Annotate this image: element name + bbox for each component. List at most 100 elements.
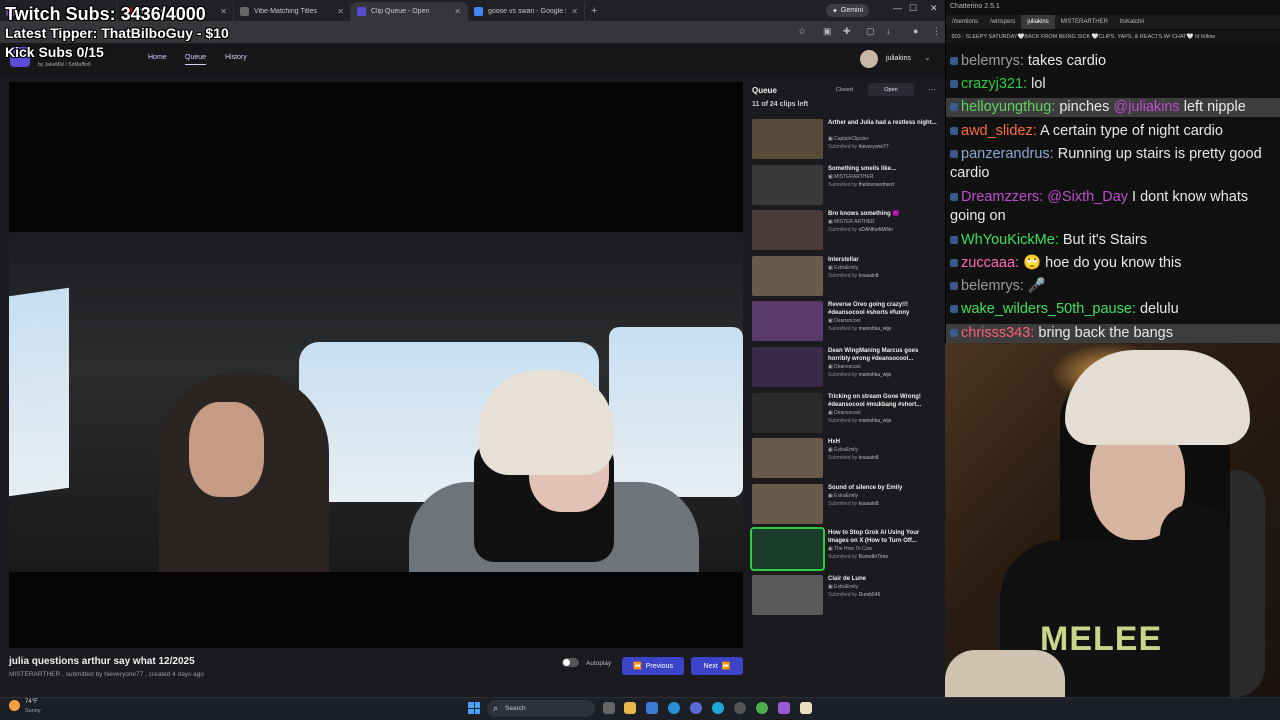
- twitch-icon[interactable]: [778, 702, 790, 714]
- tab-close-icon[interactable]: ✕: [220, 7, 227, 16]
- download-icon[interactable]: ↓: [886, 26, 891, 36]
- chatterino-icon[interactable]: [800, 702, 812, 714]
- username[interactable]: juliakins: [886, 55, 911, 62]
- clip-thumbnail: [752, 255, 823, 296]
- clip-meta: MISTERARTHER , submitted by hieveryone77…: [9, 671, 204, 678]
- more-icon[interactable]: ⋯: [928, 85, 936, 94]
- extension-icon[interactable]: ▣: [823, 26, 832, 37]
- chat-username[interactable]: crazyj321:: [961, 76, 1027, 92]
- chat-text: takes cardio: [1027, 53, 1107, 69]
- passenger-hat: [479, 370, 614, 475]
- chat-mention[interactable]: @Sixth_Day: [1047, 189, 1128, 205]
- avatar[interactable]: [860, 50, 878, 68]
- chat-badge-icon: [950, 259, 958, 268]
- next-button[interactable]: Next ⏩: [691, 657, 743, 675]
- channel-name: ExtraEmily: [834, 492, 859, 499]
- queue-item[interactable]: Dean WingManing Marcus goes horribly wro…: [752, 347, 937, 389]
- browser-tab[interactable]: Clip Queue - Open ✕: [351, 2, 468, 21]
- maximize-icon[interactable]: ☐: [909, 3, 917, 14]
- previous-button[interactable]: ⏪ Previous: [622, 657, 684, 675]
- chat-tab[interactable]: /whispers: [984, 15, 1021, 29]
- tab-close-icon[interactable]: ✕: [571, 7, 578, 16]
- nav-queue[interactable]: Queue: [185, 54, 207, 65]
- chat-tab[interactable]: juliakins: [1021, 15, 1055, 29]
- star-icon[interactable]: ☆: [798, 26, 806, 37]
- tab-close-icon[interactable]: ✕: [337, 7, 344, 16]
- chat-username[interactable]: belemrys:: [961, 278, 1024, 294]
- new-tab-button[interactable]: +: [591, 5, 597, 17]
- chrome-icon[interactable]: [756, 702, 768, 714]
- queue-item[interactable]: Sound of silence by Emily ▣ ExtraEmily S…: [752, 483, 937, 526]
- chat-username[interactable]: panzerandrus:: [961, 146, 1054, 162]
- queue-item[interactable]: Tricking on stream Gone Wrong! #deansoco…: [752, 392, 937, 435]
- clip-thumbnail: [752, 210, 823, 251]
- gemini-label: Gemini: [840, 7, 864, 14]
- edge-icon[interactable]: [712, 702, 724, 714]
- queue-item[interactable]: Reverse Oreo going crazy!!! #deansocool …: [752, 301, 937, 343]
- chat-mention[interactable]: @juliakins: [1113, 99, 1179, 115]
- autoplay-toggle[interactable]: [562, 658, 579, 667]
- chat-username[interactable]: belemrys:: [961, 53, 1024, 69]
- minimize-icon[interactable]: —: [893, 3, 902, 13]
- chat-username[interactable]: WhYouKickMe:: [961, 232, 1059, 248]
- profile-icon[interactable]: ●: [913, 26, 918, 36]
- submitted-by-label: Submitted by: [828, 417, 858, 424]
- menu-icon[interactable]: ⋮: [932, 26, 941, 37]
- chat-username[interactable]: zuccaaa:: [961, 255, 1019, 271]
- queue-item[interactable]: Interstellar ▣ ExtraEmily Submitted by k…: [752, 255, 937, 298]
- close-icon[interactable]: ✕: [930, 3, 938, 14]
- queue-open-tab[interactable]: Open: [868, 83, 914, 96]
- queue-item[interactable]: Arther and Julia had a restless night...…: [752, 119, 937, 161]
- file-explorer-icon[interactable]: [624, 702, 636, 714]
- app-icon[interactable]: [646, 702, 658, 714]
- queue-closed-tab[interactable]: Closed: [836, 87, 853, 93]
- browser-tab[interactable]: Vibe-Matching Titles ✕: [234, 2, 351, 21]
- queue-item-title: Bro knows something 😈: [828, 211, 900, 218]
- queue-item-title: Tricking on stream Gone Wrong! #deansoco…: [828, 393, 922, 408]
- video-player[interactable]: [9, 82, 743, 648]
- browser-tab[interactable]: goose vs swan - Google Search ✕: [468, 2, 585, 21]
- bookmark-icon[interactable]: ▢: [866, 26, 875, 37]
- queue-item-title: Dean WingManing Marcus goes horribly wro…: [828, 348, 919, 362]
- chevron-down-icon[interactable]: ⌄: [924, 53, 931, 62]
- puzzle-icon[interactable]: ✚: [843, 26, 851, 37]
- app-c-icon[interactable]: [668, 702, 680, 714]
- queue-item-submitter: Submitted by oDANtheMANo: [828, 227, 893, 233]
- weather-sun-icon[interactable]: [9, 700, 20, 711]
- queue-item[interactable]: Clair de Lune ▣ ExtraEmily Submitted by …: [752, 575, 937, 617]
- app-icon-2[interactable]: [690, 702, 702, 714]
- chat-username[interactable]: helloyungthug:: [961, 99, 1055, 115]
- rewind-icon: ⏪: [633, 663, 642, 670]
- chat-message: WhYouKickMe: But it's Stairs: [950, 231, 1276, 250]
- queue-item[interactable]: Bro knows something 😈 ▣ MISTER ARTHER Su…: [752, 210, 937, 252]
- chat-tab[interactable]: /mentions: [946, 15, 984, 29]
- queue-item-channel: ▣ Deansocool: [828, 409, 861, 416]
- weather-desc[interactable]: Sunny: [25, 708, 41, 714]
- tab-close-icon[interactable]: ✕: [454, 7, 461, 16]
- task-view-icon[interactable]: [603, 702, 615, 714]
- chat-username[interactable]: Dreamzzers:: [961, 189, 1043, 205]
- submitter-name: kosaain8: [858, 272, 879, 279]
- windows-start-icon[interactable]: [468, 702, 480, 714]
- queue-item[interactable]: HxH ▣ ExtraEmily Submitted by kosaain8: [752, 438, 937, 480]
- chat-tab[interactable]: MISTERARTHER: [1055, 15, 1114, 29]
- chat-badge-icon: [950, 103, 958, 112]
- chat-username[interactable]: chrisss343:: [961, 325, 1034, 341]
- chat-text: bring back the bangs: [1038, 325, 1173, 341]
- chat-message: awd_slidez: A certain type of night card…: [950, 122, 1276, 141]
- chat-username[interactable]: wake_wilders_50th_pause:: [961, 301, 1136, 317]
- queue-item[interactable]: Something smells like... ▣ MISTERARTHER …: [752, 164, 937, 207]
- weather-temp[interactable]: 74°F: [25, 699, 38, 705]
- chat-tab[interactable]: itsKatchii: [1114, 15, 1150, 29]
- nav-history[interactable]: History: [225, 54, 247, 61]
- app-icon-3[interactable]: [734, 702, 746, 714]
- submitter-name: kosaain8: [858, 500, 879, 507]
- queue-item[interactable]: How to Stop Grok AI Using Your Images on…: [750, 527, 937, 572]
- gemini-button[interactable]: ✦ Gemini: [826, 4, 870, 17]
- queue-item-title: How to Stop Grok AI Using Your Images on…: [828, 530, 920, 545]
- taskbar-search[interactable]: Search: [487, 700, 595, 717]
- nav-home[interactable]: Home: [148, 54, 167, 61]
- driver-face: [189, 402, 264, 497]
- queue-item-title: Something smells like...: [828, 165, 897, 172]
- chat-username[interactable]: awd_slidez:: [961, 123, 1037, 139]
